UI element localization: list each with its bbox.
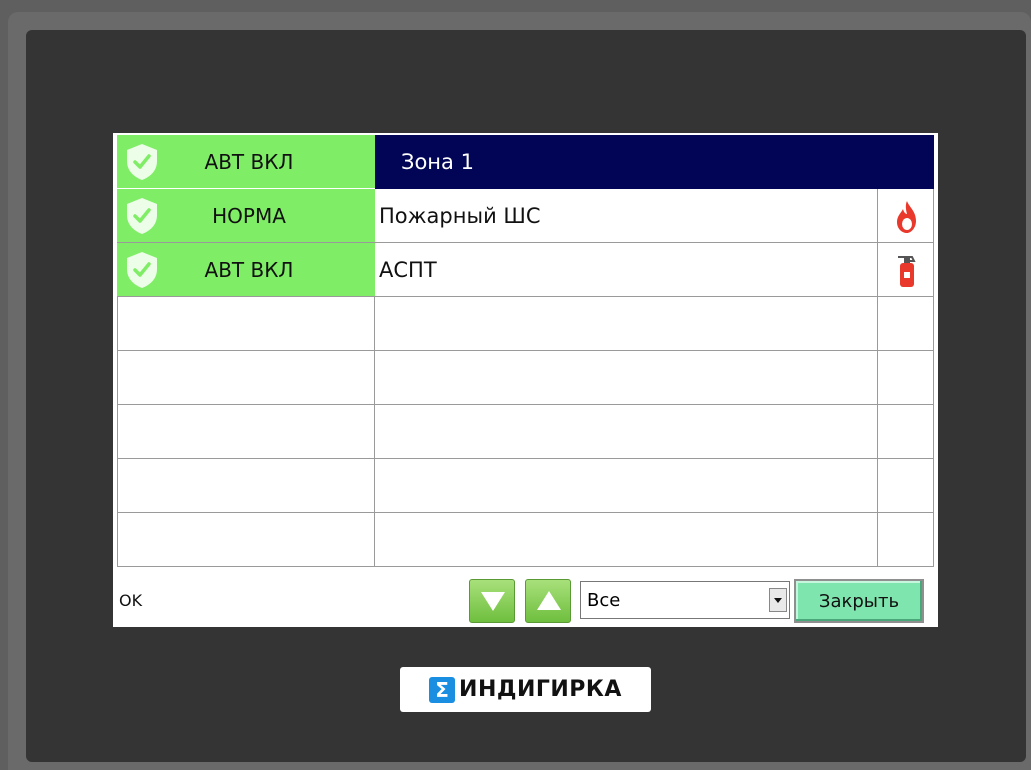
row-type-cell	[878, 297, 934, 350]
scroll-down-button[interactable]	[469, 579, 515, 623]
zone-status-text: АВТ ВКЛ	[204, 149, 294, 174]
table-row	[117, 459, 934, 513]
row-name	[375, 459, 878, 512]
flame-icon	[897, 201, 916, 233]
table-row[interactable]: АВТ ВКЛ АСПТ	[117, 243, 934, 297]
row-type-cell	[878, 351, 934, 404]
row-status-text: АВТ ВКЛ	[204, 257, 294, 282]
chevron-down-icon[interactable]	[769, 588, 787, 612]
zone-screen: АВТ ВКЛ Зона 1 НОРМА Пожарный ШС АВТ ВКЛ…	[113, 133, 938, 627]
row-type-cell	[878, 243, 934, 296]
fire-extinguisher-icon	[898, 256, 916, 287]
row-type-cell	[878, 405, 934, 458]
row-status-text	[162, 513, 374, 566]
shield-check-icon	[127, 144, 157, 180]
arrow-up-icon	[537, 591, 561, 610]
arrow-down-icon	[481, 592, 505, 611]
zone-header-row: АВТ ВКЛ Зона 1	[117, 135, 934, 189]
brand-mark: Σ	[429, 676, 456, 703]
row-status-text	[162, 297, 374, 350]
row-status-cell	[117, 513, 375, 566]
row-name	[375, 351, 878, 404]
row-name: Пожарный ШС	[375, 189, 878, 242]
filter-select-value: Все	[587, 589, 621, 611]
table-row	[117, 351, 934, 405]
filter-select[interactable]: Все	[580, 581, 790, 619]
shield-check-icon	[127, 252, 157, 288]
row-type-cell	[878, 459, 934, 512]
shield-check-icon	[127, 198, 157, 234]
row-status-text: НОРМА	[212, 203, 286, 228]
zone-status-cell[interactable]: АВТ ВКЛ	[117, 135, 375, 188]
row-status-text	[162, 405, 374, 458]
footer-bar: OK Все Закрыть	[113, 571, 938, 627]
table-row	[117, 405, 934, 459]
brand-logo: Σ ИНДИГИРКА	[400, 667, 651, 712]
row-status-cell	[117, 459, 375, 512]
row-type-cell	[878, 189, 934, 242]
row-status-cell: АВТ ВКЛ	[117, 243, 375, 296]
row-name	[375, 405, 878, 458]
row-status-text	[162, 351, 374, 404]
zone-table: АВТ ВКЛ Зона 1 НОРМА Пожарный ШС АВТ ВКЛ…	[117, 135, 934, 567]
table-row	[117, 513, 934, 567]
row-name	[375, 513, 878, 566]
row-status-text	[162, 459, 374, 512]
scroll-up-button[interactable]	[525, 579, 571, 623]
zone-title: Зона 1	[375, 135, 934, 189]
row-status-cell	[117, 351, 375, 404]
row-name: АСПТ	[375, 243, 878, 296]
row-status-cell	[117, 297, 375, 350]
status-text: OK	[119, 591, 143, 610]
row-status-cell	[117, 405, 375, 458]
row-status-cell: НОРМА	[117, 189, 375, 242]
row-type-cell	[878, 513, 934, 566]
row-name	[375, 297, 878, 350]
table-row[interactable]: НОРМА Пожарный ШС	[117, 189, 934, 243]
close-button[interactable]: Закрыть	[794, 579, 924, 623]
table-row	[117, 297, 934, 351]
brand-name: ИНДИГИРКА	[459, 677, 622, 702]
